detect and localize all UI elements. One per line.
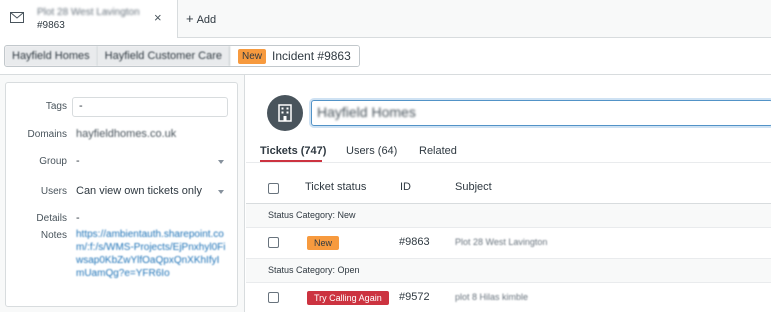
breadcrumb-ticket[interactable]: New Incident #9863 [230, 46, 359, 66]
organization-name: Hayfield Homes [317, 104, 416, 120]
avatar [267, 95, 303, 131]
group-label: Status Category: New [268, 210, 356, 220]
ticket-subject[interactable]: plot 8 Hilas kimble [455, 292, 528, 302]
tab-users[interactable]: Users (64) [346, 145, 397, 157]
breadcrumb-organization[interactable]: Hayfield Homes [5, 46, 98, 66]
tags-input[interactable]: - [72, 97, 228, 117]
group-label: Group [39, 156, 67, 167]
breadcrumb-group[interactable]: Hayfield Customer Care [97, 46, 231, 66]
tab-related[interactable]: Related [419, 145, 457, 157]
ticket-subject[interactable]: Plot 28 West Lavington [455, 237, 547, 247]
users-select-value: Can view own tickets only [76, 185, 202, 197]
details-value[interactable]: - [76, 212, 80, 224]
row-checkbox[interactable] [268, 292, 279, 303]
column-header-status[interactable]: Ticket status [305, 181, 366, 193]
breadcrumb: Hayfield Homes Hayfield Customer Care Ne… [4, 45, 360, 67]
table-row[interactable]: New #9863 Plot 28 West Lavington [246, 228, 771, 259]
breadcrumb-incident-label: Incident #9863 [272, 49, 351, 63]
details-label: Details [36, 213, 67, 224]
building-icon [278, 104, 292, 122]
group-label: Status Category: Open [268, 265, 360, 275]
group-header: Status Category: New [246, 204, 771, 228]
ticket-tab[interactable]: Plot 28 West Lavington #9863 × [0, 0, 178, 38]
domains-value[interactable]: hayfieldhomes.co.uk [76, 128, 176, 140]
status-badge: Try Calling Again [307, 291, 389, 305]
add-tab-button[interactable]: + Add [186, 11, 216, 26]
users-select[interactable]: Can view own tickets only [72, 182, 228, 202]
organization-fields-card: Tags - Domains hayfieldhomes.co.uk Group… [5, 82, 238, 307]
chevron-down-icon [218, 160, 224, 164]
group-select[interactable]: - [72, 152, 228, 172]
tab-title: Plot 28 West Lavington [37, 7, 140, 18]
column-header-subject[interactable]: Subject [455, 181, 492, 193]
tags-label: Tags [45, 101, 67, 112]
ticket-id[interactable]: #9863 [399, 236, 430, 248]
users-label: Users [40, 186, 67, 197]
tab-ticket-number: #9863 [37, 20, 65, 31]
group-header: Status Category: Open [246, 259, 771, 283]
domains-label: Domains [27, 129, 67, 140]
organization-sidebar: Tags - Domains hayfieldhomes.co.uk Group… [0, 75, 245, 312]
divider [246, 162, 771, 163]
ticket-id[interactable]: #9572 [399, 291, 430, 303]
add-tab-label: Add [196, 14, 217, 26]
table-header: Ticket status ID Subject [246, 172, 771, 204]
envelope-icon [10, 12, 24, 23]
chevron-down-icon [218, 190, 224, 194]
plus-icon: + [186, 11, 194, 26]
status-badge: New [238, 48, 267, 64]
organization-name-input[interactable]: Hayfield Homes [311, 100, 771, 126]
group-select-value: - [76, 155, 80, 167]
notes-link[interactable]: https://ambientauth.sharepoint.com/:f:/s… [76, 228, 226, 280]
status-badge: New [307, 236, 340, 250]
tab-tickets[interactable]: Tickets (747) [260, 145, 326, 157]
notes-label: Notes [40, 230, 67, 241]
close-icon[interactable]: × [154, 10, 162, 26]
select-all-checkbox[interactable] [268, 183, 279, 194]
tab-bar: Plot 28 West Lavington #9863 × + Add [0, 0, 771, 38]
table-row[interactable]: Try Calling Again #9572 plot 8 Hilas kim… [246, 283, 771, 312]
row-checkbox[interactable] [268, 237, 279, 248]
column-header-id[interactable]: ID [400, 181, 411, 193]
